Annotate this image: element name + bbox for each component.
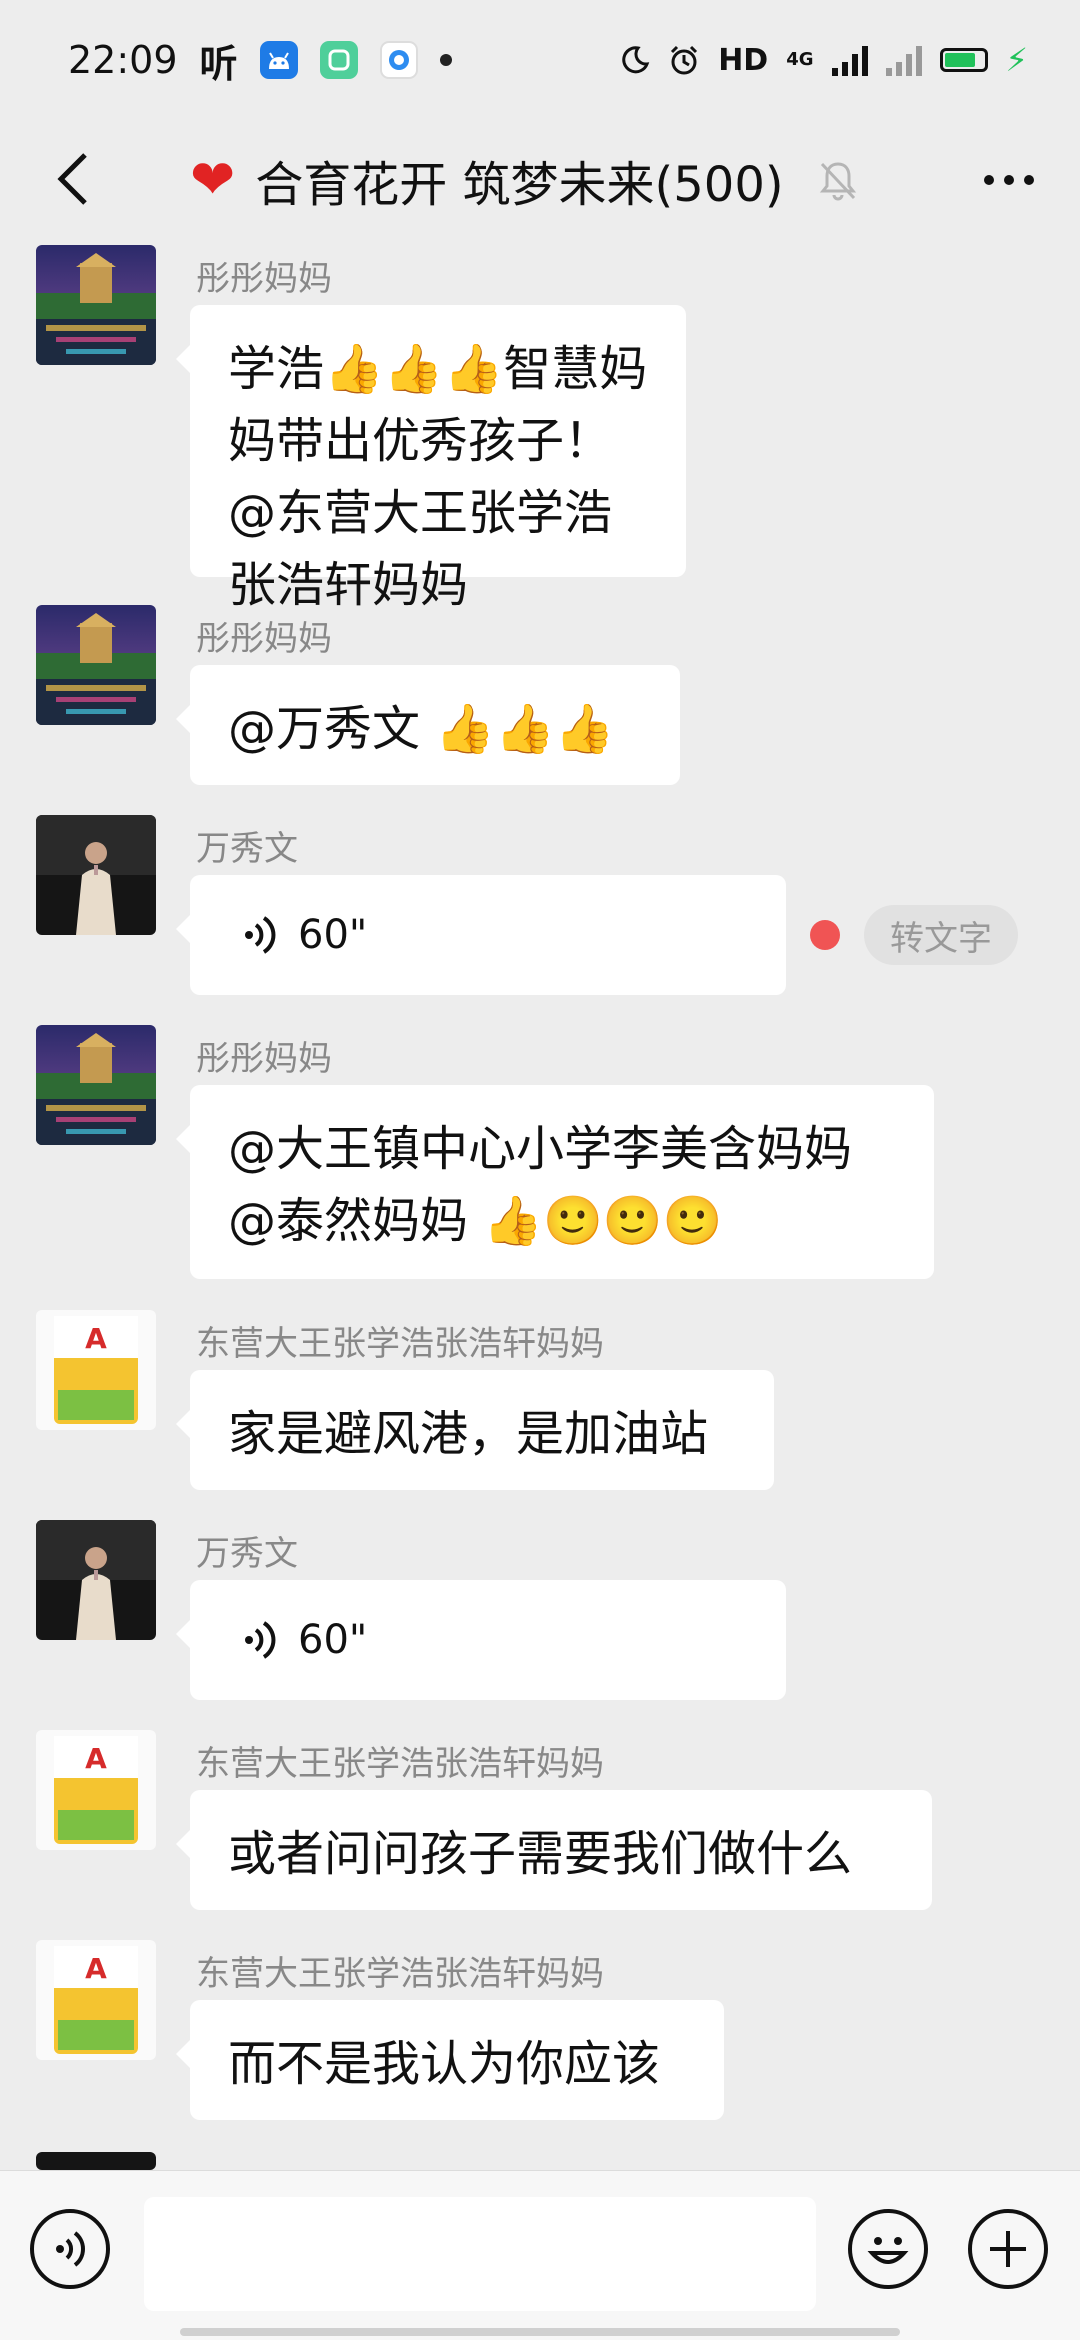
sender-name: 彤彤妈妈 [196, 619, 332, 659]
more-button[interactable] [974, 150, 1044, 210]
clock: 22:09 [68, 38, 178, 82]
voice-message: 60" [242, 899, 367, 971]
alarm-icon [671, 45, 698, 75]
network-type-label: 4G [786, 49, 814, 70]
bell-off-icon [819, 162, 856, 201]
status-left: 22:09 听 [68, 33, 452, 88]
sender-name: 彤彤妈妈 [196, 259, 332, 299]
voice-input-button[interactable] [30, 2209, 110, 2289]
avatar[interactable] [36, 2152, 156, 2170]
message-bubble[interactable]: @万秀文 👍👍👍 [176, 665, 680, 785]
unread-dot [810, 920, 840, 950]
svg-text:A: A [85, 1952, 107, 1985]
message-input[interactable] [144, 2197, 816, 2311]
voice-message-bubble[interactable]: 60" [176, 1580, 786, 1700]
plus-icon [990, 2231, 1026, 2267]
avatar[interactable] [36, 245, 156, 365]
status-right: HD 4G ⚡ [620, 41, 1028, 79]
signal-strength-icon [831, 44, 868, 76]
sender-name: 东营大王张学浩张浩轩妈妈 [196, 1744, 604, 1784]
chat-title-group[interactable]: ❤ 合育花开 筑梦未来(500) [190, 140, 860, 220]
more-dot [1004, 175, 1014, 185]
signal-sim2-icon [885, 44, 922, 76]
message-bubble[interactable]: 而不是我认为你应该 [176, 2000, 724, 2120]
voice-input-icon [56, 2231, 85, 2267]
chevron-left-icon [57, 153, 87, 205]
voice-wave-icon [245, 1621, 276, 1659]
message-list[interactable]: 彤彤妈妈 学浩👍👍👍智慧妈妈带出优秀孩子！@东营大王张学浩张浩轩妈妈 彤彤妈妈 … [0, 240, 1080, 2170]
message-text: 或者问问孩子需要我们做什么 [228, 1826, 853, 1882]
back-button[interactable] [38, 144, 108, 214]
chat-screen: 22:09 听 HD 4G ⚡ ❤ 合育花开 筑梦未来(500) 彤彤妈妈 学浩… [0, 0, 1080, 2340]
more-dot [984, 175, 994, 185]
message-text: @万秀文 👍👍👍 [228, 701, 615, 757]
app-icon [319, 41, 358, 79]
message-bubble[interactable]: 家是避风港，是加油站 [176, 1370, 774, 1490]
voice-duration: 60" [298, 1617, 368, 1663]
do-not-disturb-icon [622, 46, 650, 74]
voice-duration: 60" [298, 912, 368, 958]
svg-text:A: A [85, 1742, 107, 1775]
charging-icon: ⚡ [1005, 41, 1028, 79]
chat-header: ❤ 合育花开 筑梦未来(500) [0, 120, 1080, 240]
sender-name: 东营大王张学浩张浩轩妈妈 [196, 1324, 604, 1364]
sender-name: 万秀文 [196, 1534, 298, 1574]
sender-name: 彤彤妈妈 [196, 1039, 332, 1079]
input-bar [0, 2170, 1080, 2340]
message-text: 家是避风港，是加油站 [228, 1406, 709, 1462]
svg-text:A: A [85, 1322, 107, 1355]
voice-message-bubble[interactable]: 60" [176, 875, 786, 995]
chat-title: 合育花开 筑梦未来(500) [255, 157, 784, 213]
avatar[interactable]: A [36, 1730, 156, 1850]
heart-icon: ❤ [190, 148, 236, 211]
voice-wave-icon [245, 916, 276, 954]
emoji-icon [867, 2237, 909, 2264]
avatar[interactable]: A [36, 1940, 156, 2060]
android-icon [259, 41, 298, 79]
avatar[interactable]: A [36, 1310, 156, 1430]
sender-name: 万秀文 [196, 829, 298, 869]
message-text: 学浩👍👍👍智慧妈妈带出优秀孩子！@东营大王张学浩张浩轩妈妈 [228, 341, 648, 613]
message-text-line: @泰然妈妈 👍🙂🙂🙂 [228, 1193, 723, 1249]
notification-dot [439, 54, 452, 66]
voice-message: 60" [242, 1604, 367, 1676]
avatar[interactable] [36, 605, 156, 725]
network-hd-label: HD [718, 42, 769, 78]
avatar[interactable] [36, 1520, 156, 1640]
plus-button[interactable] [968, 2209, 1048, 2289]
speech-to-text-button[interactable]: 转文字 [864, 905, 1018, 965]
avatar[interactable] [36, 1025, 156, 1145]
message-bubble[interactable]: 学浩👍👍👍智慧妈妈带出优秀孩子！@东营大王张学浩张浩轩妈妈 [176, 305, 686, 613]
status-bar: 22:09 听 HD 4G ⚡ [0, 0, 1080, 120]
avatar[interactable] [36, 815, 156, 935]
battery-icon [939, 48, 988, 72]
message-text-line: @大王镇中心小学李美含妈妈 [228, 1121, 853, 1177]
listen-icon: 听 [199, 41, 238, 86]
message-text: 而不是我认为你应该 [228, 2036, 661, 2092]
home-indicator[interactable] [180, 2328, 900, 2336]
sender-name: 东营大王张学浩张浩轩妈妈 [196, 1954, 604, 1994]
more-dot [1024, 175, 1034, 185]
message-bubble[interactable]: @大王镇中心小学李美含妈妈 @泰然妈妈 👍🙂🙂🙂 [176, 1085, 934, 1279]
emoji-button[interactable] [848, 2209, 928, 2289]
browser-icon [379, 41, 418, 79]
message-bubble[interactable]: 或者问问孩子需要我们做什么 [176, 1790, 932, 1910]
